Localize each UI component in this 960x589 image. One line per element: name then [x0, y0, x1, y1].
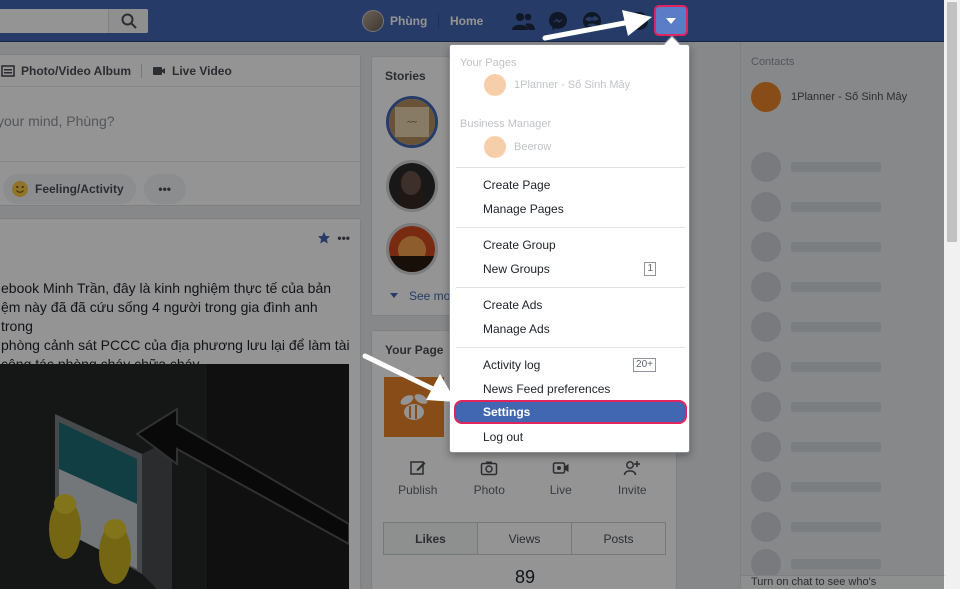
scrollbar-thumb[interactable] — [947, 2, 957, 242]
menu-create-page[interactable]: Create Page — [450, 173, 689, 197]
menu-log-out[interactable]: Log out — [450, 425, 689, 449]
account-menu-button[interactable] — [654, 5, 688, 36]
page-avatar — [484, 74, 506, 96]
business-shortcut-name: Beerow — [514, 141, 552, 153]
dropdown-caret-icon — [666, 17, 676, 24]
business-avatar — [484, 136, 506, 158]
new-groups-label: New Groups — [483, 262, 550, 276]
menu-create-group[interactable]: Create Group — [450, 233, 689, 257]
menu-news-feed-preferences[interactable]: News Feed preferences — [450, 377, 689, 401]
menu-activity-log[interactable]: Activity log 20+ — [450, 353, 689, 377]
menu-new-groups[interactable]: New Groups 1 — [450, 257, 689, 281]
page-shortcut[interactable]: 1Planner - Số Sinh Mây — [484, 74, 630, 96]
activity-log-label: Activity log — [483, 358, 541, 372]
menu-divider — [456, 347, 685, 348]
activity-log-badge: 20+ — [633, 358, 656, 372]
menu-manage-pages[interactable]: Manage Pages — [450, 197, 689, 221]
menu-settings[interactable]: Settings — [454, 400, 687, 424]
menu-divider — [456, 287, 685, 288]
account-dropdown-menu: Your Pages 1Planner - Số Sinh Mây Busine… — [449, 35, 690, 453]
annotation-arrow-icon — [362, 353, 456, 402]
annotation-arrow-icon — [542, 10, 652, 41]
new-groups-badge: 1 — [644, 262, 656, 276]
menu-create-ads[interactable]: Create Ads — [450, 293, 689, 317]
menu-divider — [456, 167, 685, 168]
your-pages-head: Your Pages — [460, 57, 517, 69]
business-shortcut[interactable]: Beerow — [484, 136, 551, 158]
business-manager-head: Business Manager — [460, 118, 552, 130]
menu-manage-ads[interactable]: Manage Ads — [450, 317, 689, 341]
menu-divider — [456, 227, 685, 228]
page-scrollbar[interactable] — [944, 0, 960, 589]
page-shortcut-name: 1Planner - Số Sinh Mây — [514, 79, 631, 91]
